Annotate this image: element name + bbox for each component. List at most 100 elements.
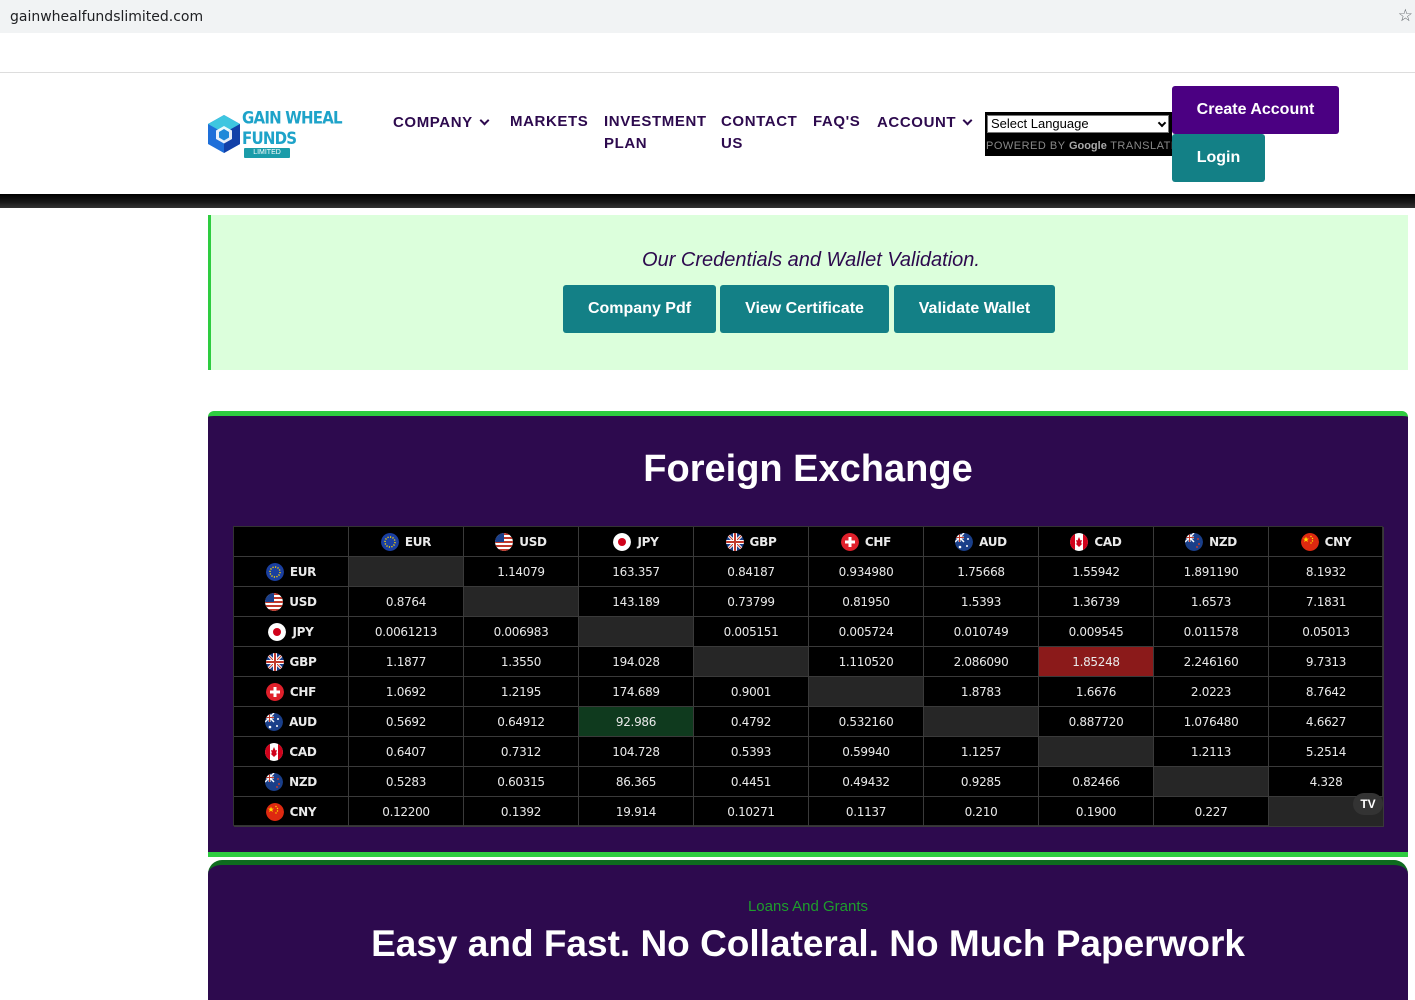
rate-cell[interactable]: 0.9285 bbox=[924, 767, 1039, 797]
row-header-eur[interactable]: EUR bbox=[234, 557, 349, 587]
rate-cell[interactable]: 0.4792 bbox=[694, 707, 809, 737]
rate-cell[interactable]: 0.84187 bbox=[694, 557, 809, 587]
rate-cell[interactable]: 1.110520 bbox=[809, 647, 924, 677]
rate-cell[interactable]: 0.0061213 bbox=[349, 617, 464, 647]
column-header-chf[interactable]: CHF bbox=[809, 527, 924, 557]
rate-cell[interactable]: 0.532160 bbox=[809, 707, 924, 737]
rate-cell[interactable]: 0.7312 bbox=[464, 737, 579, 767]
rate-cell[interactable]: 1.75668 bbox=[924, 557, 1039, 587]
rate-cell[interactable]: 1.85248 bbox=[1039, 647, 1154, 677]
company-pdf-button[interactable]: Company Pdf bbox=[563, 285, 716, 333]
rate-cell[interactable]: 2.0223 bbox=[1154, 677, 1269, 707]
rate-cell[interactable]: 0.005151 bbox=[694, 617, 809, 647]
rate-cell[interactable]: 0.82466 bbox=[1039, 767, 1154, 797]
rate-cell[interactable]: 9.7313 bbox=[1269, 647, 1384, 677]
column-header-jpy[interactable]: JPY bbox=[579, 527, 694, 557]
rate-cell[interactable]: 0.6407 bbox=[349, 737, 464, 767]
nav-markets[interactable]: MARKETS bbox=[510, 111, 588, 133]
nav-company[interactable]: COMPANY bbox=[393, 112, 490, 134]
column-header-aud[interactable]: AUD bbox=[924, 527, 1039, 557]
rate-cell[interactable]: 163.357 bbox=[579, 557, 694, 587]
rate-cell[interactable]: 0.210 bbox=[924, 797, 1039, 827]
powered-by-google[interactable]: POWERED BY Google TRANSLATE bbox=[986, 140, 1179, 152]
nav-investment-plan[interactable]: INVESTMENT PLAN bbox=[604, 111, 707, 155]
rate-cell[interactable]: 5.2514 bbox=[1269, 737, 1384, 767]
row-header-jpy[interactable]: JPY bbox=[234, 617, 349, 647]
rate-cell[interactable]: 0.64912 bbox=[464, 707, 579, 737]
rate-cell[interactable]: 1.076480 bbox=[1154, 707, 1269, 737]
rate-cell[interactable]: 0.005724 bbox=[809, 617, 924, 647]
rate-cell[interactable]: 0.011578 bbox=[1154, 617, 1269, 647]
rate-cell[interactable]: 0.10271 bbox=[694, 797, 809, 827]
rate-cell[interactable]: 1.3550 bbox=[464, 647, 579, 677]
nav-account[interactable]: ACCOUNT bbox=[877, 112, 973, 134]
rate-cell[interactable]: 0.5393 bbox=[694, 737, 809, 767]
rate-cell[interactable]: 8.1932 bbox=[1269, 557, 1384, 587]
create-account-button[interactable]: Create Account bbox=[1172, 86, 1339, 134]
rate-cell[interactable]: 0.49432 bbox=[809, 767, 924, 797]
rate-cell[interactable]: 0.1900 bbox=[1039, 797, 1154, 827]
view-certificate-button[interactable]: View Certificate bbox=[720, 285, 889, 333]
url-text[interactable]: gainwhealfundslimited.com bbox=[10, 9, 203, 25]
rate-cell[interactable]: 0.73799 bbox=[694, 587, 809, 617]
rate-cell[interactable]: 1.2195 bbox=[464, 677, 579, 707]
rate-cell[interactable]: 104.728 bbox=[579, 737, 694, 767]
row-header-aud[interactable]: AUD bbox=[234, 707, 349, 737]
rate-cell[interactable]: 0.59940 bbox=[809, 737, 924, 767]
rate-cell[interactable]: 86.365 bbox=[579, 767, 694, 797]
rate-cell[interactable]: 0.81950 bbox=[809, 587, 924, 617]
rate-cell[interactable]: 1.1877 bbox=[349, 647, 464, 677]
rate-cell[interactable]: 1.2113 bbox=[1154, 737, 1269, 767]
rate-cell[interactable]: 4.6627 bbox=[1269, 707, 1384, 737]
rate-cell[interactable]: 1.1257 bbox=[924, 737, 1039, 767]
rate-cell[interactable]: 1.0692 bbox=[349, 677, 464, 707]
rate-cell[interactable]: 2.086090 bbox=[924, 647, 1039, 677]
rate-cell[interactable]: 0.5692 bbox=[349, 707, 464, 737]
rate-cell[interactable]: 0.12200 bbox=[349, 797, 464, 827]
language-select[interactable]: Select Language bbox=[987, 115, 1169, 133]
row-header-chf[interactable]: CHF bbox=[234, 677, 349, 707]
rate-cell[interactable]: 0.5283 bbox=[349, 767, 464, 797]
nav-faqs[interactable]: FAQ'S bbox=[813, 111, 860, 133]
column-header-eur[interactable]: EUR bbox=[349, 527, 464, 557]
rate-cell[interactable]: 19.914 bbox=[579, 797, 694, 827]
rate-cell[interactable]: 0.8764 bbox=[349, 587, 464, 617]
rate-cell[interactable]: 0.1392 bbox=[464, 797, 579, 827]
rate-cell[interactable]: 0.05013 bbox=[1269, 617, 1384, 647]
row-header-usd[interactable]: USD bbox=[234, 587, 349, 617]
rate-cell[interactable]: 0.4451 bbox=[694, 767, 809, 797]
rate-cell[interactable]: 0.60315 bbox=[464, 767, 579, 797]
login-button[interactable]: Login bbox=[1172, 134, 1265, 182]
rate-cell[interactable]: 0.887720 bbox=[1039, 707, 1154, 737]
rate-cell[interactable]: 2.246160 bbox=[1154, 647, 1269, 677]
row-header-nzd[interactable]: NZD bbox=[234, 767, 349, 797]
rate-cell[interactable]: 1.6676 bbox=[1039, 677, 1154, 707]
validate-wallet-button[interactable]: Validate Wallet bbox=[894, 285, 1055, 333]
browser-address-bar[interactable]: gainwhealfundslimited.com ☆ bbox=[0, 0, 1415, 33]
row-header-cny[interactable]: CNY bbox=[234, 797, 349, 827]
rate-cell[interactable]: 1.6573 bbox=[1154, 587, 1269, 617]
rate-cell[interactable]: 0.009545 bbox=[1039, 617, 1154, 647]
rate-cell[interactable]: 143.189 bbox=[579, 587, 694, 617]
row-header-cad[interactable]: CAD bbox=[234, 737, 349, 767]
rate-cell[interactable]: 194.028 bbox=[579, 647, 694, 677]
rate-cell[interactable]: 1.5393 bbox=[924, 587, 1039, 617]
rate-cell[interactable]: 1.55942 bbox=[1039, 557, 1154, 587]
column-header-usd[interactable]: USD bbox=[464, 527, 579, 557]
row-header-gbp[interactable]: GBP bbox=[234, 647, 349, 677]
site-logo[interactable]: GAIN WHEAL FUNDS LIMITED bbox=[207, 107, 372, 158]
rate-cell[interactable]: 7.1831 bbox=[1269, 587, 1384, 617]
rate-cell[interactable]: 1.14079 bbox=[464, 557, 579, 587]
rate-cell[interactable]: 0.9001 bbox=[694, 677, 809, 707]
column-header-cny[interactable]: CNY bbox=[1269, 527, 1384, 557]
rate-cell[interactable]: 0.010749 bbox=[924, 617, 1039, 647]
rate-cell[interactable]: 0.1137 bbox=[809, 797, 924, 827]
nav-contact-us[interactable]: CONTACT US bbox=[721, 111, 797, 155]
rate-cell[interactable]: 0.006983 bbox=[464, 617, 579, 647]
bookmark-star-icon[interactable]: ☆ bbox=[1398, 6, 1413, 26]
rate-cell[interactable]: 0.227 bbox=[1154, 797, 1269, 827]
rate-cell[interactable]: 1.36739 bbox=[1039, 587, 1154, 617]
rate-cell[interactable]: 0.934980 bbox=[809, 557, 924, 587]
column-header-nzd[interactable]: NZD bbox=[1154, 527, 1269, 557]
column-header-gbp[interactable]: GBP bbox=[694, 527, 809, 557]
